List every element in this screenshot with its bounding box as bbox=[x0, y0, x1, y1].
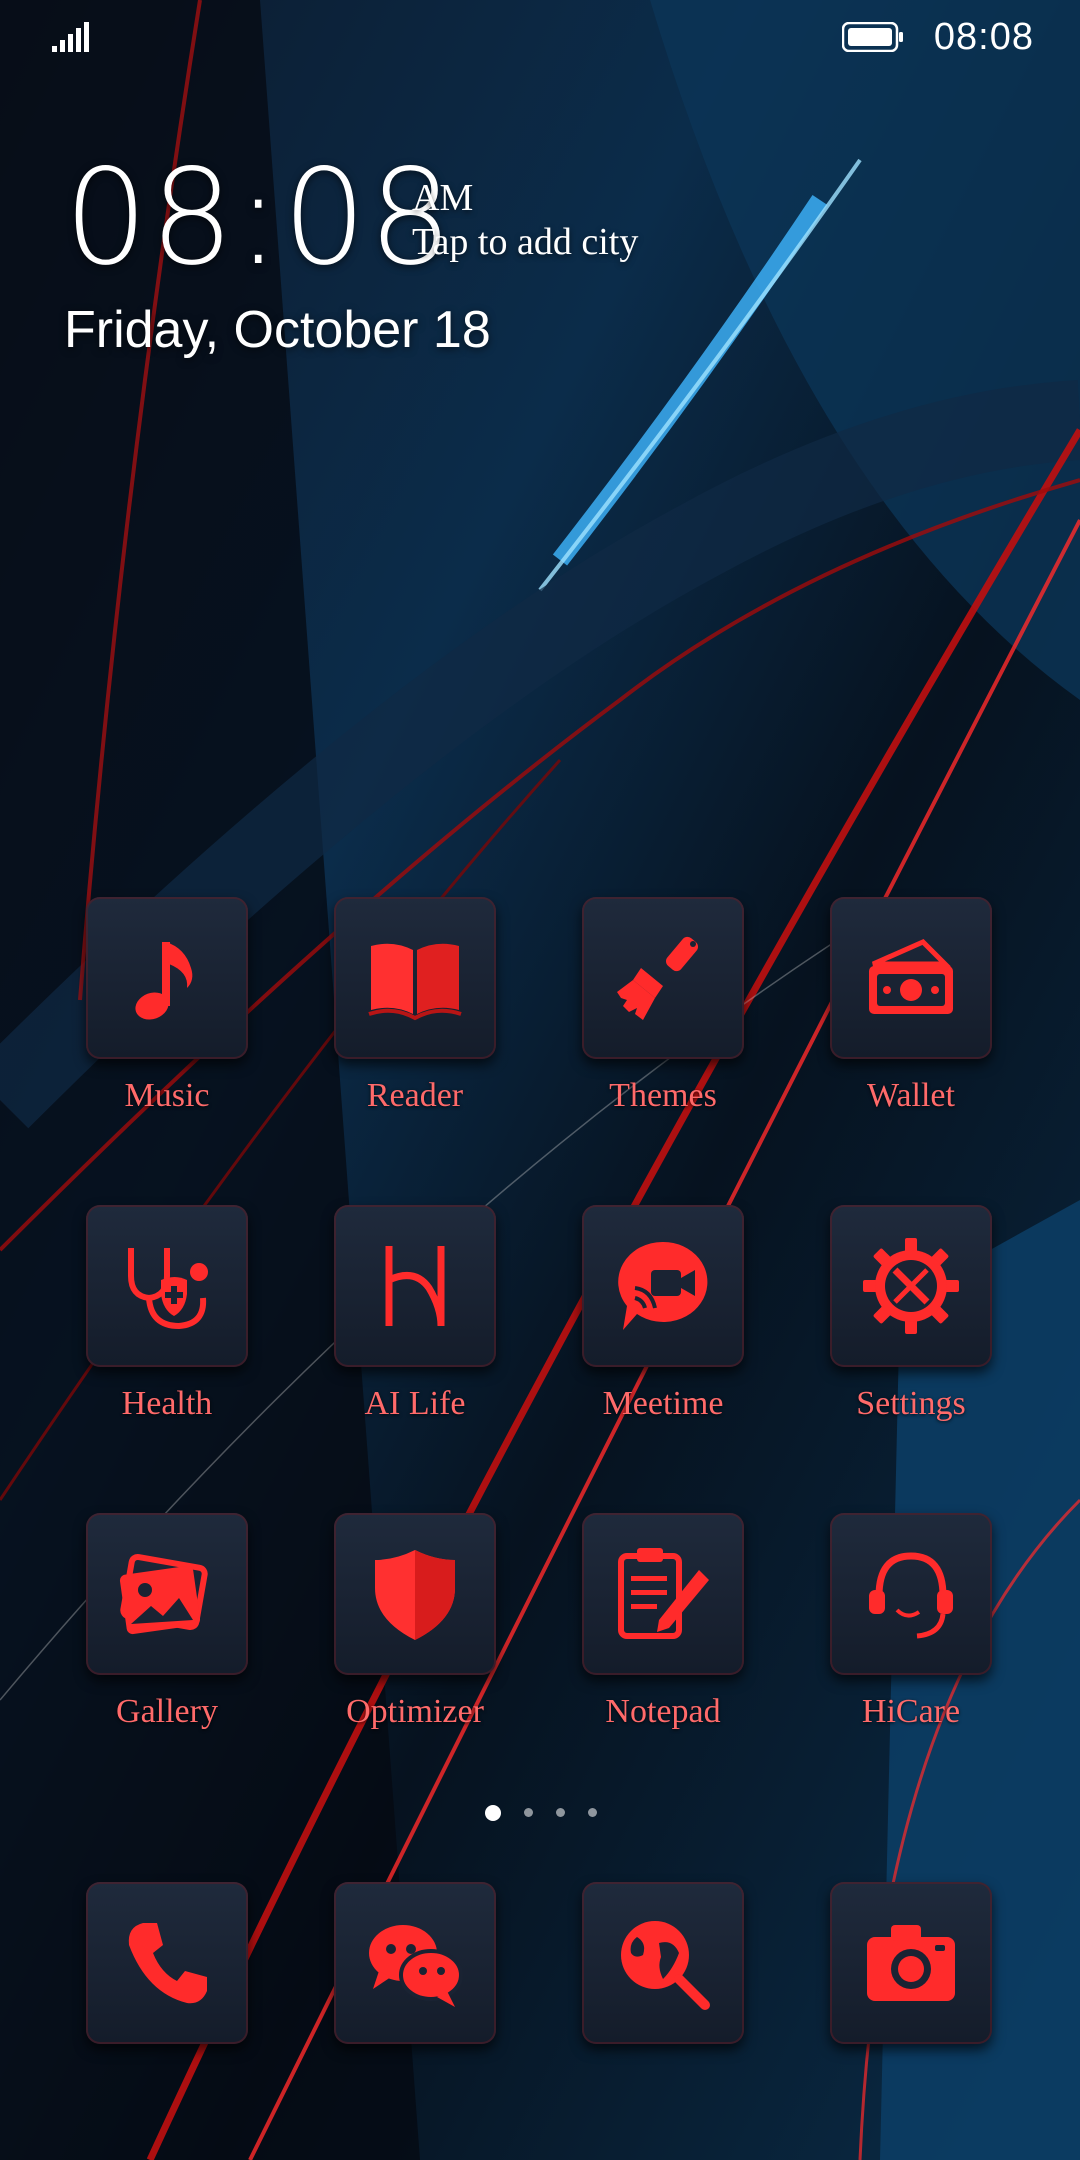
app-tile[interactable] bbox=[86, 1205, 248, 1367]
app-hicare[interactable]: HiCare bbox=[787, 1513, 1035, 1813]
page-dot[interactable] bbox=[556, 1808, 565, 1817]
music-note-icon bbox=[135, 942, 193, 1020]
photo-icon bbox=[119, 1553, 208, 1635]
chat-bubbles-icon bbox=[369, 1925, 463, 2007]
camera-icon bbox=[867, 1925, 955, 2001]
app-tile[interactable] bbox=[830, 1205, 992, 1367]
app-label: Wallet bbox=[867, 1077, 955, 1114]
app-label: Optimizer bbox=[346, 1693, 484, 1730]
app-wallet[interactable]: Wallet bbox=[787, 897, 1035, 1197]
dock-browser[interactable] bbox=[539, 1882, 787, 2052]
app-label: Music bbox=[124, 1077, 210, 1114]
dock-camera[interactable] bbox=[787, 1882, 1035, 2052]
add-city-link[interactable]: Tap to add city bbox=[412, 220, 638, 264]
book-icon bbox=[368, 943, 462, 1021]
app-label: Notepad bbox=[605, 1693, 721, 1730]
status-bar: 08:08 bbox=[0, 0, 1080, 75]
app-tile[interactable] bbox=[334, 897, 496, 1059]
page-dot[interactable] bbox=[588, 1808, 597, 1817]
signal-icon bbox=[52, 22, 89, 52]
app-tile[interactable] bbox=[582, 897, 744, 1059]
app-tile[interactable] bbox=[334, 1205, 496, 1367]
phone-icon bbox=[128, 1923, 207, 2004]
app-tile[interactable] bbox=[830, 1513, 992, 1675]
app-reader[interactable]: Reader bbox=[291, 897, 539, 1197]
page-indicator[interactable] bbox=[480, 1802, 600, 1822]
headset-icon bbox=[869, 1552, 953, 1639]
app-health[interactable]: Health bbox=[43, 1205, 291, 1505]
dock-phone[interactable] bbox=[43, 1882, 291, 2052]
app-tile[interactable] bbox=[582, 1882, 744, 2044]
ai-life-icon bbox=[385, 1246, 445, 1327]
app-settings[interactable]: Settings bbox=[787, 1205, 1035, 1505]
page-dot-active[interactable] bbox=[485, 1805, 501, 1821]
app-meetime[interactable]: Meetime bbox=[539, 1205, 787, 1505]
app-tile[interactable] bbox=[582, 1513, 744, 1675]
dock-messages[interactable] bbox=[291, 1882, 539, 2052]
app-tile[interactable] bbox=[334, 1882, 496, 2044]
paint-brush-icon bbox=[617, 936, 699, 1020]
app-tile[interactable] bbox=[582, 1205, 744, 1367]
stethoscope-icon bbox=[128, 1248, 208, 1330]
wallet-icon bbox=[869, 939, 953, 1014]
clock-time[interactable]: 08:08 bbox=[64, 148, 454, 288]
app-label: Health bbox=[121, 1385, 213, 1422]
clock-ampm: AM bbox=[412, 177, 474, 219]
app-themes[interactable]: Themes bbox=[539, 897, 787, 1197]
app-label: HiCare bbox=[861, 1693, 961, 1730]
page-dot[interactable] bbox=[524, 1808, 533, 1817]
app-tile[interactable] bbox=[334, 1513, 496, 1675]
app-label: Themes bbox=[609, 1077, 717, 1114]
app-ai-life[interactable]: AI Life bbox=[291, 1205, 539, 1505]
gear-tools-icon bbox=[863, 1238, 959, 1334]
status-time: 08:08 bbox=[933, 16, 1034, 58]
app-tile[interactable] bbox=[830, 897, 992, 1059]
app-tile[interactable] bbox=[86, 1513, 248, 1675]
app-label: AI Life bbox=[364, 1385, 466, 1422]
app-label: Settings bbox=[856, 1385, 966, 1422]
battery-icon bbox=[842, 22, 903, 52]
globe-search-icon bbox=[621, 1921, 710, 2010]
app-tile[interactable] bbox=[86, 1882, 248, 2044]
app-label: Meetime bbox=[602, 1385, 724, 1422]
app-label: Gallery bbox=[116, 1693, 218, 1730]
shield-icon bbox=[375, 1550, 455, 1640]
app-gallery[interactable]: Gallery bbox=[43, 1513, 291, 1813]
app-label: Reader bbox=[366, 1077, 464, 1114]
clock-date: Friday, October 18 bbox=[64, 301, 491, 359]
app-tile[interactable] bbox=[830, 1882, 992, 2044]
clipboard-pen-icon bbox=[618, 1548, 709, 1639]
app-optimizer[interactable]: Optimizer bbox=[291, 1513, 539, 1813]
video-chat-icon bbox=[618, 1241, 708, 1330]
app-notepad[interactable]: Notepad bbox=[539, 1513, 787, 1813]
app-tile[interactable] bbox=[86, 897, 248, 1059]
app-music[interactable]: Music bbox=[43, 897, 291, 1197]
